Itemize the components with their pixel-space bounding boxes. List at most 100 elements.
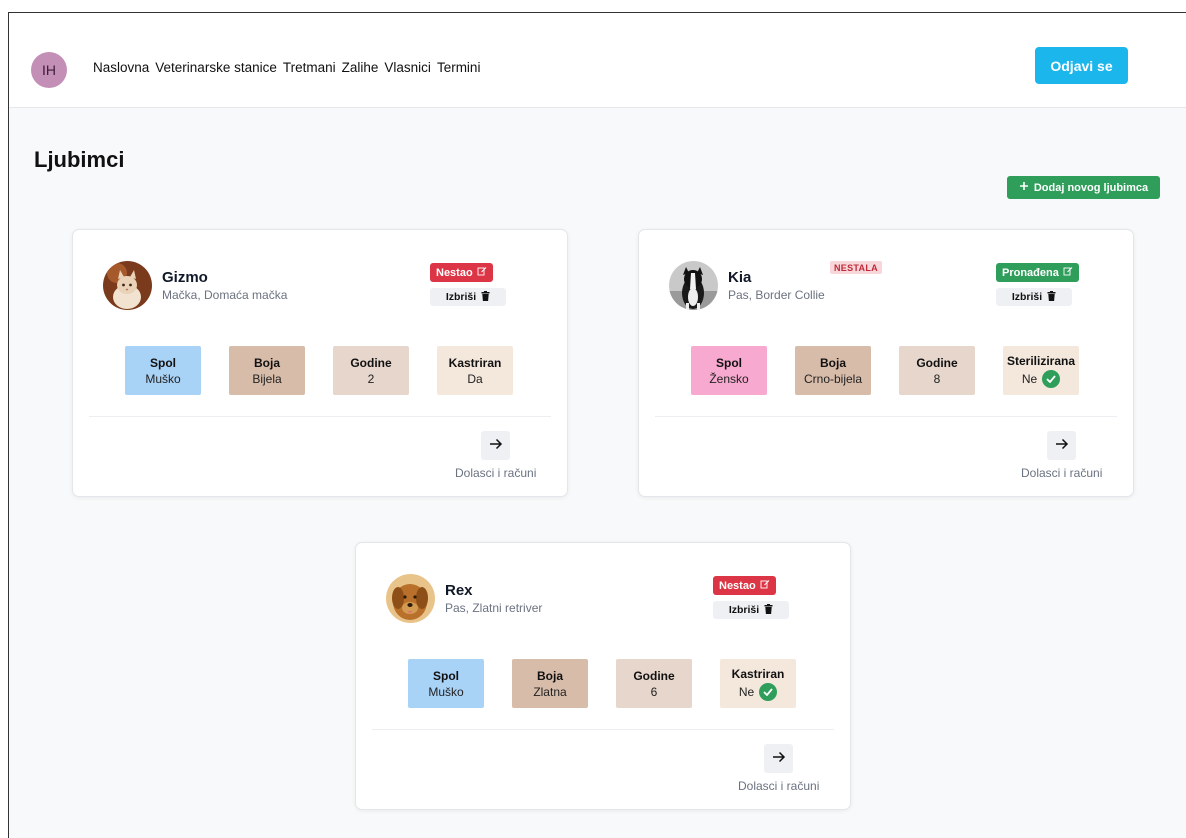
pet-name: Gizmo (162, 269, 208, 286)
delete-button[interactable]: Izbriši (996, 288, 1072, 306)
attr-godine: Godine 8 (899, 346, 975, 395)
page-title: Ljubimci (34, 147, 125, 172)
status-toggle-button[interactable]: Nestao (430, 263, 493, 282)
check-circle-icon[interactable] (1042, 369, 1061, 388)
trash-icon (764, 603, 773, 617)
pet-name: Kia (728, 269, 752, 286)
nav-item-naslovna[interactable]: Naslovna (93, 60, 149, 75)
attr-value: Žensko (709, 371, 749, 386)
cat-photo (103, 261, 152, 310)
nav-item-tretmani[interactable]: Tretmani (283, 60, 336, 75)
attr-sterilizirana: Sterilizirana Ne (1003, 346, 1079, 395)
visits-button[interactable] (481, 431, 510, 460)
attr-value-row: Ne (738, 682, 778, 701)
status-toggle-button[interactable]: Nestao (713, 576, 776, 595)
status-label: Nestao (436, 266, 473, 279)
visits-link[interactable]: Dolasci i računi (738, 779, 819, 793)
delete-label: Izbriši (445, 291, 477, 303)
nav-item-vlasnici[interactable]: Vlasnici (384, 60, 431, 75)
delete-label: Izbriši (1011, 291, 1043, 303)
attr-key: Boja (536, 668, 563, 683)
status-label: Nestao (719, 579, 756, 592)
pet-card-rex: Rex Pas, Zlatni retriver Nestao Izbriši … (355, 542, 851, 810)
delete-button[interactable]: Izbriši (713, 601, 789, 619)
add-pet-label: Dodaj novog ljubimca (1033, 181, 1149, 194)
status-toggle-button[interactable]: Pronađena (996, 263, 1079, 282)
status-label: Pronađena (1002, 266, 1059, 279)
attr-key: Godine (633, 668, 675, 683)
attr-key: Sterilizirana (1006, 353, 1076, 368)
pet-name: Rex (445, 582, 473, 599)
attr-spol: Spol Muško (125, 346, 201, 395)
logout-button[interactable]: Odjavi se (1035, 47, 1128, 84)
attr-value: 2 (367, 371, 375, 386)
attr-value: Muško (428, 684, 464, 699)
pet-breed: Mačka, Domaća mačka (162, 288, 288, 302)
attr-value: Ne (1021, 371, 1038, 386)
attr-key: Kastriran (731, 666, 785, 681)
visits-link[interactable]: Dolasci i računi (1021, 466, 1102, 480)
pet-breed: Pas, Zlatni retriver (445, 601, 543, 615)
pet-attributes: Spol Muško Boja Zlatna Godine 6 Kastrira… (408, 659, 796, 708)
main-nav: Naslovna Veterinarske stanice Tretmani Z… (93, 60, 480, 75)
visits-button[interactable] (1047, 431, 1076, 460)
attr-key: Spol (716, 355, 742, 370)
attr-boja: Boja Bijela (229, 346, 305, 395)
nav-item-termini[interactable]: Termini (437, 60, 481, 75)
attr-value-row: Ne (1021, 369, 1061, 388)
arrow-right-icon (772, 750, 786, 768)
attr-spol: Spol Žensko (691, 346, 767, 395)
attr-value: Ne (738, 684, 755, 699)
attr-godine: Godine 2 (333, 346, 409, 395)
edit-icon (1063, 266, 1073, 279)
divider (89, 416, 551, 417)
attr-spol: Spol Muško (408, 659, 484, 708)
nav-item-zalihe[interactable]: Zalihe (342, 60, 379, 75)
pet-card-kia: Kia Pas, Border Collie NESTALA Pronađena… (638, 229, 1134, 497)
attr-kastriran: Kastriran Ne (720, 659, 796, 708)
trash-icon (481, 290, 490, 304)
attr-value: Bijela (252, 371, 282, 386)
attr-key: Godine (916, 355, 958, 370)
attr-value: Crno-bijela (803, 371, 863, 386)
attr-key: Spol (433, 668, 459, 683)
pet-breed: Pas, Border Collie (728, 288, 825, 302)
visits-link[interactable]: Dolasci i računi (455, 466, 536, 480)
delete-label: Izbriši (728, 604, 760, 616)
divider (372, 729, 834, 730)
attr-boja: Boja Crno-bijela (795, 346, 871, 395)
nav-item-veterinarske-stanice[interactable]: Veterinarske stanice (155, 60, 277, 75)
dog-photo (386, 574, 435, 623)
attr-key: Godine (350, 355, 392, 370)
attr-boja: Boja Zlatna (512, 659, 588, 708)
pet-attributes: Spol Muško Boja Bijela Godine 2 Kastrira… (125, 346, 513, 395)
attr-godine: Godine 6 (616, 659, 692, 708)
pet-card-gizmo: Gizmo Mačka, Domaća mačka Nestao Izbriši… (72, 229, 568, 497)
attr-value: 6 (650, 684, 658, 699)
attr-value: Da (467, 371, 483, 386)
attr-kastriran: Kastriran Da (437, 346, 513, 395)
delete-button[interactable]: Izbriši (430, 288, 506, 306)
attr-value: Zlatna (533, 684, 567, 699)
plus-icon (1019, 181, 1029, 194)
attr-value: Muško (145, 371, 181, 386)
attr-value: 8 (933, 371, 941, 386)
edit-icon (760, 579, 770, 592)
trash-icon (1047, 290, 1056, 304)
missing-flag-badge: NESTALA (830, 261, 882, 274)
visits-button[interactable] (764, 744, 793, 773)
attr-key: Boja (253, 355, 280, 370)
app-frame: IH Naslovna Veterinarske stanice Tretman… (8, 12, 1186, 838)
avatar[interactable]: IH (31, 52, 67, 88)
add-pet-button[interactable]: Dodaj novog ljubimca (1007, 176, 1160, 199)
check-circle-icon[interactable] (759, 682, 778, 701)
edit-icon (477, 266, 487, 279)
arrow-right-icon (1055, 437, 1069, 455)
divider (655, 416, 1117, 417)
top-navbar: IH Naslovna Veterinarske stanice Tretman… (9, 13, 1186, 108)
pet-attributes: Spol Žensko Boja Crno-bijela Godine 8 St… (691, 346, 1079, 395)
attr-key: Spol (150, 355, 176, 370)
arrow-right-icon (489, 437, 503, 455)
dog-photo (669, 261, 718, 310)
attr-key: Kastriran (448, 355, 502, 370)
